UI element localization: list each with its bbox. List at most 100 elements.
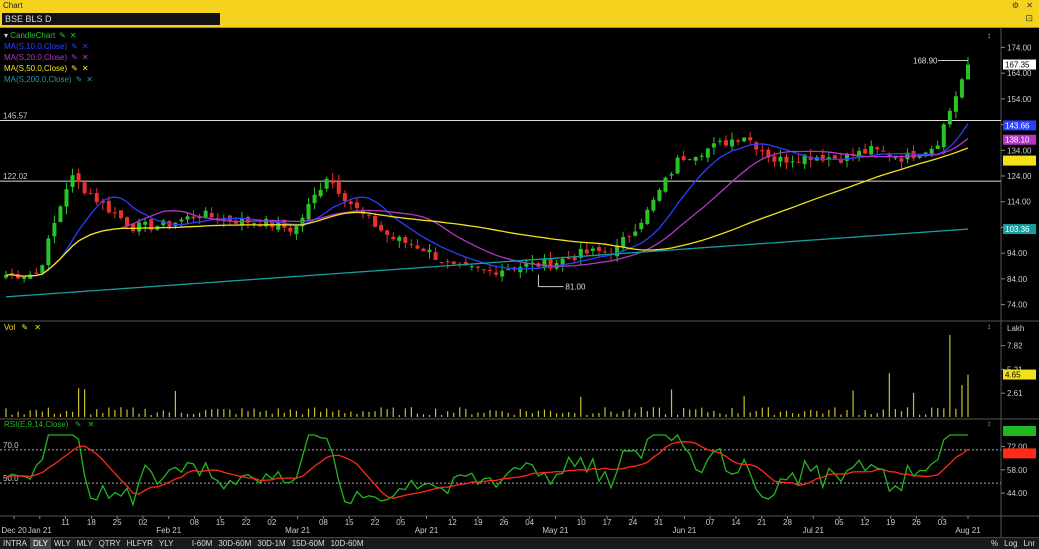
- candle: [911, 151, 916, 159]
- x-tick-label: 05: [835, 518, 844, 527]
- rsi-line: [5, 433, 968, 507]
- candle: [469, 266, 474, 268]
- x-tick-label: 08: [319, 518, 328, 527]
- scroll-icon: ↕: [987, 31, 991, 40]
- candle: [336, 181, 341, 194]
- x-tick-label: 25: [113, 518, 122, 527]
- candle: [723, 140, 728, 146]
- close-icon[interactable]: ✕: [82, 64, 89, 73]
- pencil-icon[interactable]: ✎: [76, 75, 83, 84]
- candle: [784, 156, 789, 163]
- scale-button-percent[interactable]: %: [991, 539, 998, 548]
- legend-label: MA(S,20.0,Close): [4, 53, 68, 62]
- x-tick-label: 15: [216, 518, 225, 527]
- period-button-mly[interactable]: MLY: [74, 538, 96, 549]
- ma10-line: [5, 123, 969, 277]
- x-tick-label: 17: [603, 518, 612, 527]
- y-tick-label: 2.61: [1007, 389, 1023, 398]
- candle: [863, 148, 868, 154]
- x-tick-label: Mar 21: [285, 526, 310, 535]
- candle: [736, 140, 741, 142]
- pencil-icon[interactable]: ✎: [71, 42, 78, 51]
- scale-button-lnr[interactable]: Lnr: [1023, 539, 1035, 548]
- close-icon[interactable]: ✕: [1026, 0, 1033, 11]
- period-button-hlfyr[interactable]: HLFYR: [124, 538, 156, 549]
- legend-item[interactable]: MA(S,50.0,Close) ✎ ✕: [4, 63, 93, 74]
- candle: [899, 158, 904, 162]
- interval-button[interactable]: 15D-60M: [289, 538, 328, 549]
- x-tick-label: 08: [190, 518, 199, 527]
- period-button-wly[interactable]: WLY: [51, 538, 74, 549]
- status-bar: INTRA DLY WLY MLY QTRY HLFYR YLY I-60M 30D-60M 3…: [0, 537, 1039, 549]
- candle: [881, 150, 886, 152]
- candle: [959, 79, 964, 98]
- candle: [306, 203, 311, 220]
- candle: [711, 143, 716, 148]
- candle: [869, 146, 874, 155]
- candle: [88, 193, 93, 195]
- candle: [966, 64, 970, 80]
- legend-item[interactable]: ▾ CandleChart ✎ ✕: [4, 30, 93, 41]
- close-icon[interactable]: ✕: [70, 31, 77, 40]
- period-button-intra[interactable]: INTRA: [0, 538, 30, 549]
- scale-button-log[interactable]: Log: [1004, 539, 1017, 548]
- pencil-icon[interactable]: ✎: [71, 64, 78, 73]
- candle: [717, 140, 722, 142]
- close-icon[interactable]: ✕: [82, 53, 89, 62]
- pencil-icon[interactable]: ✎: [75, 420, 82, 429]
- x-tick-label: Dec 20: [1, 526, 27, 535]
- candle: [772, 156, 777, 162]
- pencil-icon[interactable]: ✎: [59, 31, 66, 40]
- legend-item[interactable]: MA(S,20.0,Close) ✎ ✕: [4, 52, 93, 63]
- candle: [893, 157, 898, 159]
- close-icon[interactable]: ✕: [82, 42, 89, 51]
- rsi-legend-label[interactable]: RSI(E,9,14,Close): [4, 420, 68, 429]
- interval-button[interactable]: 10D-60M: [328, 538, 367, 549]
- x-tick-label: 24: [628, 518, 637, 527]
- interval-button[interactable]: 30D-60M: [215, 538, 254, 549]
- candle: [82, 182, 87, 194]
- candle: [294, 225, 299, 235]
- chart-area[interactable]: ↕↕↕174.00164.00154.00144.00134.00124.001…: [0, 28, 1039, 537]
- pencil-icon[interactable]: ✎: [21, 323, 28, 332]
- y-tick-label: 74.00: [1007, 301, 1028, 310]
- volume-legend-label[interactable]: Vol: [4, 323, 15, 332]
- ma50-line: [5, 147, 969, 277]
- candle: [324, 178, 329, 189]
- rsi-legend: RSI(E,9,14,Close) ✎ ✕: [4, 419, 94, 430]
- x-tick-label: 02: [267, 518, 276, 527]
- period-button-qtry[interactable]: QTRY: [96, 538, 124, 549]
- candle: [627, 235, 632, 237]
- candle: [52, 223, 57, 237]
- hline-label: 145.57: [3, 112, 28, 121]
- candle: [639, 222, 644, 230]
- close-icon[interactable]: ✕: [88, 420, 95, 429]
- interval-button[interactable]: I-60M: [189, 538, 215, 549]
- candle: [663, 177, 668, 192]
- period-button-yly[interactable]: YLY: [156, 538, 177, 549]
- pencil-icon[interactable]: ✎: [71, 53, 78, 62]
- y-tick-label: 44.00: [1007, 489, 1028, 498]
- high-annotation: 168.90: [913, 57, 938, 66]
- chart-canvas[interactable]: ↕↕↕174.00164.00154.00144.00134.00124.001…: [0, 28, 1039, 537]
- x-tick-label: 26: [912, 518, 921, 527]
- legend-item[interactable]: MA(S,200.0,Close) ✎ ✕: [4, 74, 93, 85]
- candle: [730, 139, 735, 147]
- candle: [373, 215, 378, 227]
- scale-buttons: % Log Lnr: [985, 538, 1035, 549]
- x-tick-label: 31: [654, 518, 663, 527]
- candle: [125, 217, 130, 226]
- settings-icon[interactable]: ⚙: [1012, 0, 1019, 11]
- price-badge-label: 138.10: [1005, 136, 1030, 145]
- close-icon[interactable]: ✕: [86, 75, 93, 84]
- y-tick-label: 174.00: [1007, 43, 1032, 52]
- symbol-input[interactable]: BSE BLS D: [2, 13, 220, 25]
- x-tick-label: 22: [371, 518, 380, 527]
- candle: [560, 258, 565, 265]
- lock-icon[interactable]: ⊡: [1025, 13, 1033, 24]
- close-icon[interactable]: ✕: [34, 323, 41, 332]
- legend-item[interactable]: MA(S,10.0,Close) ✎ ✕: [4, 41, 93, 52]
- interval-button[interactable]: 30D-1M: [254, 538, 288, 549]
- x-tick-label: 10: [577, 518, 586, 527]
- period-button-dly[interactable]: DLY: [30, 538, 51, 549]
